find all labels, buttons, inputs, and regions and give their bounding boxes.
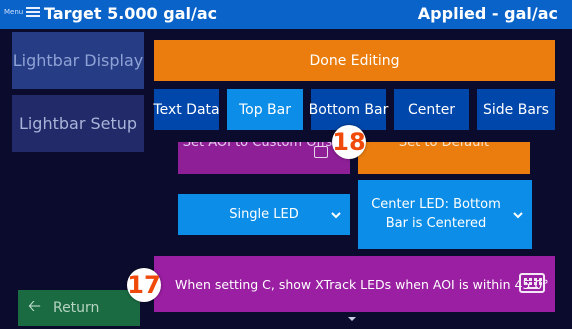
callout-badge: 17 [127, 268, 161, 302]
center-led-label: Center LED: Bottom Bar is Centered [371, 197, 501, 231]
arrow-left-icon: 🡠 [28, 295, 41, 315]
set-default-label: Set to Default [398, 142, 490, 150]
chevron-down-icon [331, 211, 341, 218]
lightbar-setup-button[interactable]: Lightbar Setup [12, 95, 144, 152]
single-led-dropdown[interactable]: Single LED [178, 194, 350, 235]
set-to-default-button[interactable]: Set to Default [358, 142, 530, 174]
scroll-down-icon [348, 317, 356, 321]
lightbar-display-button[interactable]: Lightbar Display [12, 32, 144, 89]
keyboard-icon [314, 146, 328, 158]
set-aoi-custom-offset-button[interactable]: Set AOI to Custom Offset [178, 142, 350, 174]
callout-badge: 18 [332, 125, 366, 159]
tab-center[interactable]: Center [394, 89, 469, 130]
single-led-label: Single LED [229, 207, 299, 222]
xtrack-label: When setting C, show XTrack LEDs when AO… [175, 276, 549, 292]
target-rate: Target 5.000 gal/ac [44, 4, 218, 23]
chevron-down-icon [513, 211, 523, 218]
return-label: Return [52, 300, 100, 316]
return-button[interactable]: 🡠 Return [18, 290, 140, 326]
applied-rate: Applied - gal/ac [417, 4, 558, 23]
xtrack-aoi-setting[interactable]: When setting C, show XTrack LEDs when AO… [154, 256, 555, 312]
hamburger-icon [26, 6, 41, 18]
menu-label: Menu [4, 8, 24, 16]
settings-scroll-area[interactable]: Set AOI to Custom Offset Set to Default … [154, 130, 555, 329]
tab-side-bars[interactable]: Side Bars [477, 89, 555, 130]
tab-text-data[interactable]: Text Data [153, 89, 220, 130]
keyboard-icon [519, 273, 545, 293]
tab-bottom-bar[interactable]: Bottom Bar [309, 89, 388, 130]
center-led-dropdown[interactable]: Center LED: Bottom Bar is Centered [358, 180, 532, 249]
done-editing-button[interactable]: Done Editing [154, 40, 555, 81]
top-header: Menu Target 5.000 gal/ac Applied - gal/a… [0, 0, 572, 29]
menu-button[interactable]: Menu [4, 6, 41, 18]
tab-top-bar[interactable]: Top Bar [227, 89, 303, 130]
